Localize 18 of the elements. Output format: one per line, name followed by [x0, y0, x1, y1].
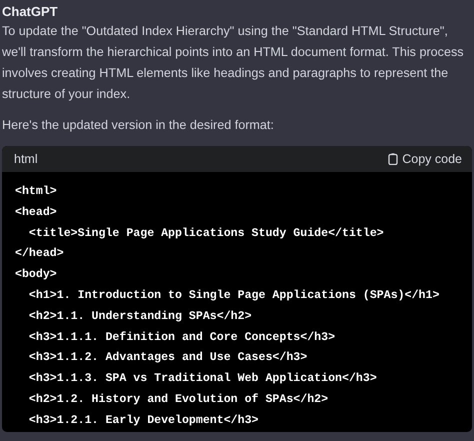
language-label: html	[14, 152, 38, 166]
code-line: <h3>1.2.1. Early Development</h3>	[28, 412, 260, 429]
message-paragraph: To update the "Outdated Index Hierarchy" using the "Standard HTML Structure", we'll transform the hierarchical points into an HTML document format. This process involves creating HTML elements like headings and paragraphs to represent the structure of your index.	[2, 23, 465, 103]
code-line: <h3>1.1.1. Definition and Core Concepts</h3>	[28, 330, 336, 346]
message-paragraph: Here's the updated version in the desired format:	[2, 117, 275, 134]
clipboard-icon	[388, 153, 398, 165]
author-name: ChatGPT	[2, 3, 59, 21]
code-line: <head>	[15, 204, 58, 221]
code-line: <body>	[15, 267, 58, 284]
code-line: <h2>1.2. History and Evolution of SPAs</h2>	[28, 392, 330, 408]
code-line: <h3>1.1.2. Advantages and Use Cases</h3>	[28, 350, 308, 366]
code-line: </head>	[15, 246, 65, 262]
code-line: <title>Single Page Applications Study Guide</title>	[28, 226, 385, 242]
copy-code-button[interactable]: Copy code	[388, 152, 462, 166]
code-line: <h3>1.1.3. SPA vs Traditional Web Application</h3>	[28, 371, 378, 388]
code-line: <html>	[15, 184, 58, 200]
code-line: <h1>1. Introduction to Single Page Applications (SPAs)</h1>	[28, 288, 440, 304]
code-line: <h2>1.1. Understanding SPAs</h2>	[28, 308, 253, 325]
